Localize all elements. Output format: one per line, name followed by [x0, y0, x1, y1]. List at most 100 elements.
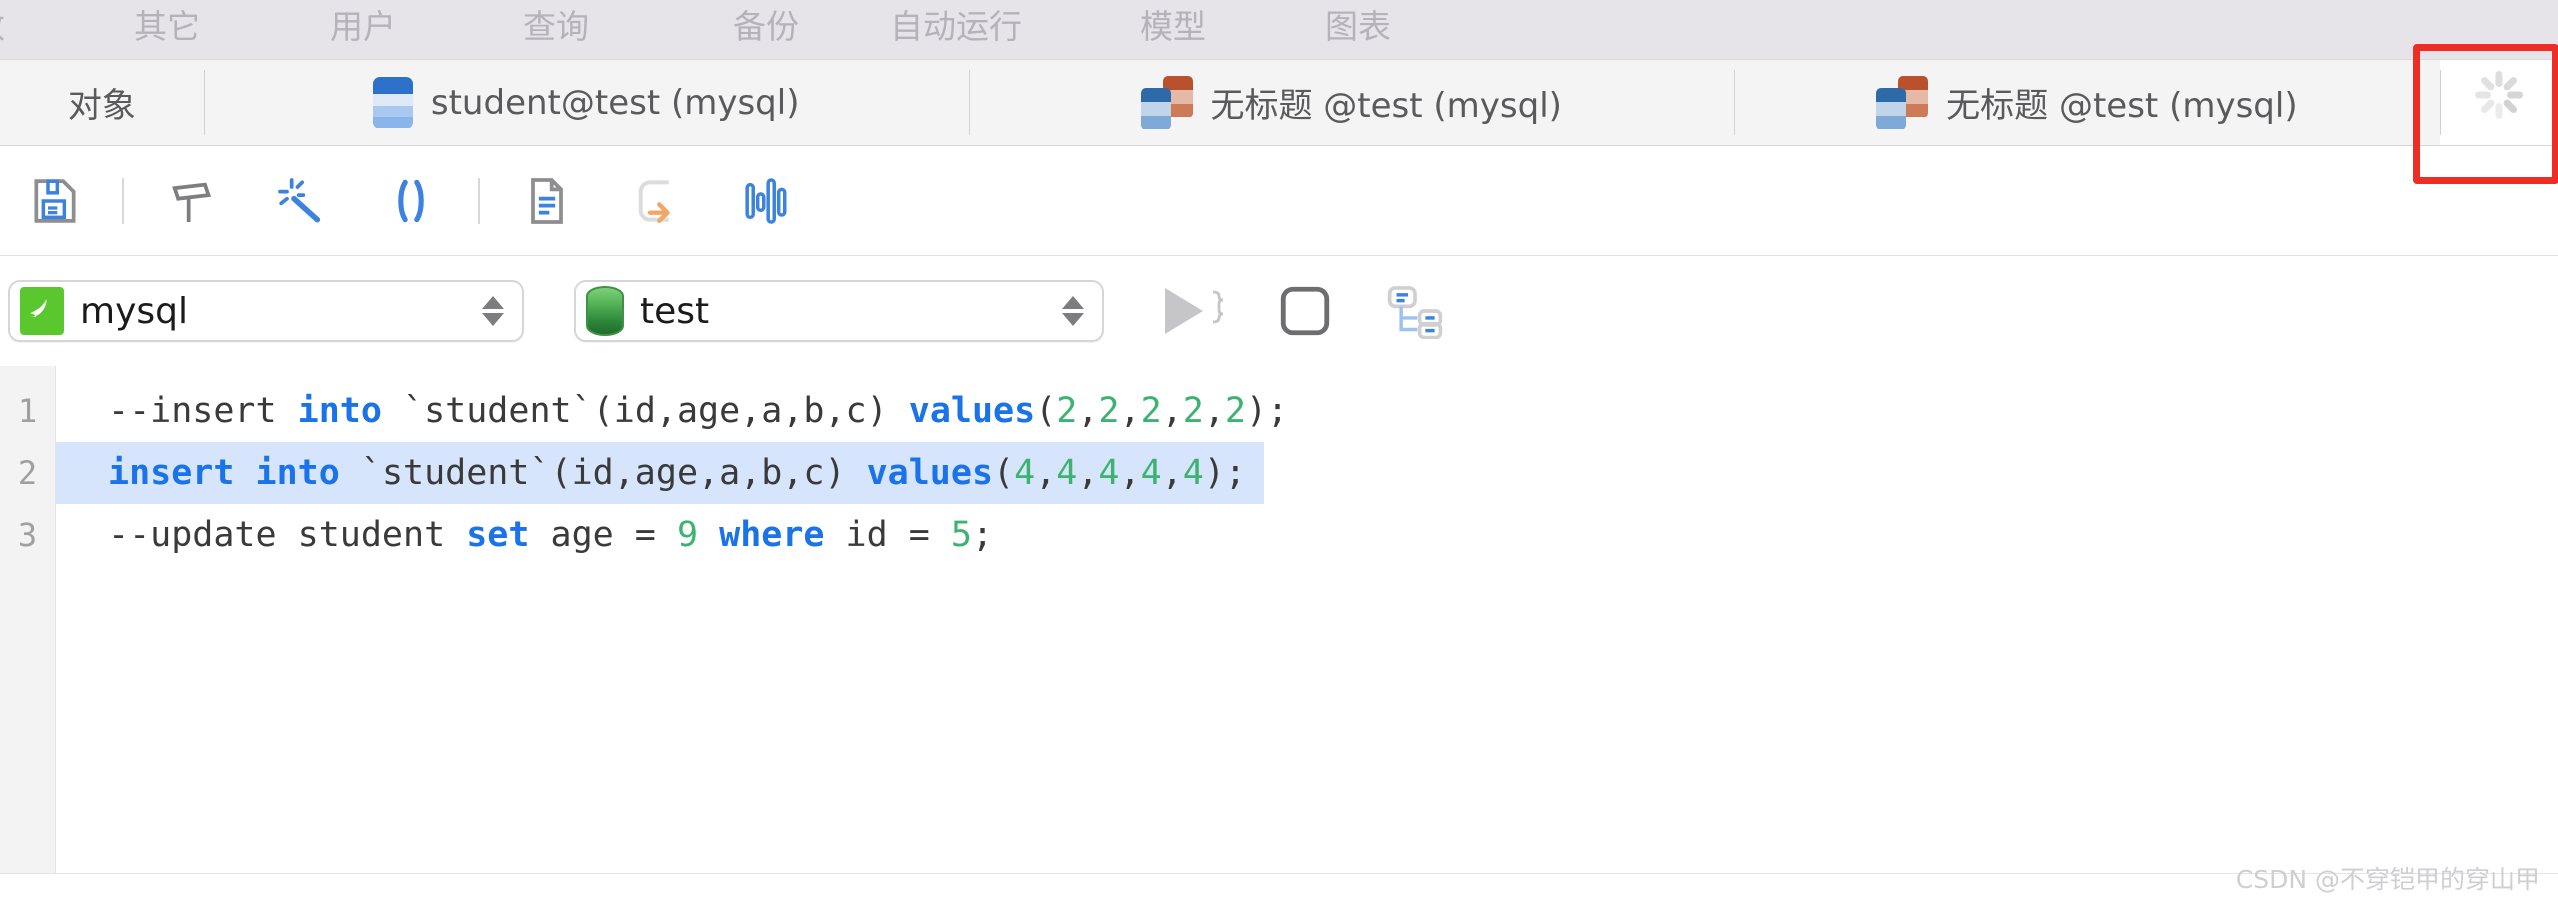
spinner-spoke — [2495, 70, 2503, 87]
toolbar-divider-1 — [122, 177, 124, 224]
explain-plan-button[interactable] — [1360, 256, 1470, 366]
code-token: 4 — [1182, 453, 1204, 493]
redo-button[interactable] — [602, 146, 712, 256]
stop-button[interactable] — [1250, 256, 1360, 366]
toolbar-divider-2 — [478, 177, 480, 224]
watermark: CSDN @不穿铠甲的穿山甲 — [2235, 865, 2540, 894]
tab-objects[interactable]: 对象 — [0, 60, 204, 145]
spinner-spoke — [2475, 91, 2492, 98]
code-token: ); — [1245, 391, 1289, 431]
driver-select[interactable]: mysql — [8, 280, 524, 342]
chart-button[interactable] — [712, 146, 822, 256]
format-button[interactable] — [246, 146, 356, 256]
code-token: set — [466, 515, 530, 555]
spinner-spoke — [2507, 91, 2524, 98]
menu-item-2[interactable]: 用户 — [330, 10, 396, 43]
code-token: 5 — [950, 515, 972, 555]
code-token: , — [1035, 453, 1057, 493]
code-token: , — [1161, 391, 1183, 431]
spinner-spoke — [2502, 75, 2519, 92]
code-token: 4 — [1098, 453, 1120, 493]
menu-item-0[interactable]: 数 — [0, 10, 5, 43]
database-select-value: test — [640, 290, 710, 332]
code-token: 9 — [676, 515, 699, 555]
spinner-spoke — [2502, 97, 2519, 114]
menu-item-6[interactable]: 模型 — [1140, 10, 1206, 43]
menu-item-4[interactable]: 备份 — [733, 10, 799, 43]
code-area[interactable]: --insert into `student`(id,age,a,b,c) va… — [56, 366, 2558, 873]
code-line[interactable]: --insert into `student`(id,age,a,b,c) va… — [56, 380, 2558, 442]
code-token: `student`(id,age,a,b,c) — [381, 391, 909, 431]
code-token: into — [297, 391, 382, 431]
code-token: , — [1077, 453, 1099, 493]
query-icon — [1140, 75, 1193, 130]
connection-bar: mysql test — [0, 256, 2558, 366]
tab-untitled-2-label: 无标题 @test (mysql) — [1946, 86, 2298, 126]
line-number: 3 — [17, 516, 38, 554]
code-token: 4 — [1056, 453, 1078, 493]
menu-item-3[interactable]: 查询 — [523, 10, 589, 43]
line-number: 1 — [17, 392, 38, 430]
code-token: 4 — [1014, 453, 1036, 493]
code-token: insert into — [108, 453, 340, 493]
code-token: ; — [972, 515, 994, 555]
code-token: where — [719, 515, 825, 555]
run-button[interactable] — [1140, 256, 1250, 366]
beautify-button[interactable] — [136, 146, 246, 256]
sql-editor[interactable]: 1 2 3 --insert into `student`(id,age,a,b,c… — [0, 366, 2558, 874]
document-icon — [531, 177, 563, 224]
database-cylinder-icon — [586, 286, 624, 336]
database-select[interactable]: test — [574, 280, 1104, 342]
spinner-icon — [2470, 70, 2528, 132]
tab-objects-label: 对象 — [67, 86, 136, 126]
code-line[interactable]: insert into `student`(id,age,a,b,c) valu… — [56, 442, 2558, 504]
tab-bar: 对象 student@test (mysql) 无标题 @test (mysql… — [0, 60, 2558, 146]
tab-untitled-query-1[interactable]: 无标题 @test (mysql) — [968, 60, 1734, 145]
line-number: 2 — [17, 454, 38, 492]
code-token: values — [908, 391, 1036, 431]
play-icon — [1165, 288, 1224, 334]
stop-square-icon — [1280, 286, 1330, 336]
tab-untitled-1-label: 无标题 @test (mysql) — [1210, 86, 1562, 126]
save-button[interactable] — [0, 146, 110, 256]
magic-wand-icon — [278, 177, 321, 222]
driver-select-value: mysql — [80, 290, 188, 332]
spinner-spoke — [2479, 97, 2496, 114]
app-window: 数 其它 用户 查询 备份 自动运行 模型 图表 对象 student@test (mysql… — [0, 0, 2558, 912]
tab-student-table[interactable]: student@test (mysql) — [203, 60, 969, 145]
redo-arrow-icon — [638, 179, 670, 223]
tab-untitled-query-2[interactable]: 无标题 @test (mysql) — [1733, 60, 2441, 145]
menu-item-1[interactable]: 其它 — [134, 10, 200, 43]
code-token: , — [1203, 391, 1225, 431]
menu-bar: 数 其它 用户 查询 备份 自动运行 模型 图表 — [0, 0, 2558, 60]
hammer-icon — [172, 182, 211, 222]
query-icon — [1876, 75, 1929, 130]
code-line[interactable]: --update student set age = 9 where id = … — [56, 504, 2558, 566]
code-token: 2 — [1140, 391, 1162, 431]
code-token: , — [1161, 453, 1183, 493]
code-token: , — [1119, 453, 1141, 493]
code-line-content[interactable]: --insert into `student`(id,age,a,b,c) va… — [56, 380, 2558, 442]
code-token: values — [866, 453, 994, 493]
spinner-spoke — [2495, 102, 2503, 119]
menu-item-5[interactable]: 自动运行 — [890, 10, 1022, 43]
parentheses-button[interactable] — [356, 146, 466, 256]
line-number-gutter: 1 2 3 — [0, 366, 56, 873]
code-token: ( — [993, 453, 1015, 493]
text-view-button[interactable] — [492, 146, 602, 256]
chevron-updown-icon — [1062, 296, 1084, 326]
tab-loading-indicator — [2440, 60, 2558, 145]
code-token: 2 — [1098, 391, 1120, 431]
code-line-content[interactable]: insert into `student`(id,age,a,b,c) valu… — [56, 442, 1264, 504]
menu-item-7[interactable]: 图表 — [1325, 10, 1391, 43]
tab-student-label: student@test (mysql) — [430, 82, 800, 123]
code-token: 2 — [1182, 391, 1204, 431]
parentheses-icon — [398, 179, 424, 222]
code-line-content[interactable]: --update student set age = 9 where id = … — [56, 504, 2558, 566]
floppy-disk-icon — [34, 178, 76, 223]
table-icon — [372, 76, 413, 129]
spinner-spoke — [2479, 75, 2496, 92]
code-token: 4 — [1140, 453, 1162, 493]
code-token: , — [1119, 391, 1141, 431]
